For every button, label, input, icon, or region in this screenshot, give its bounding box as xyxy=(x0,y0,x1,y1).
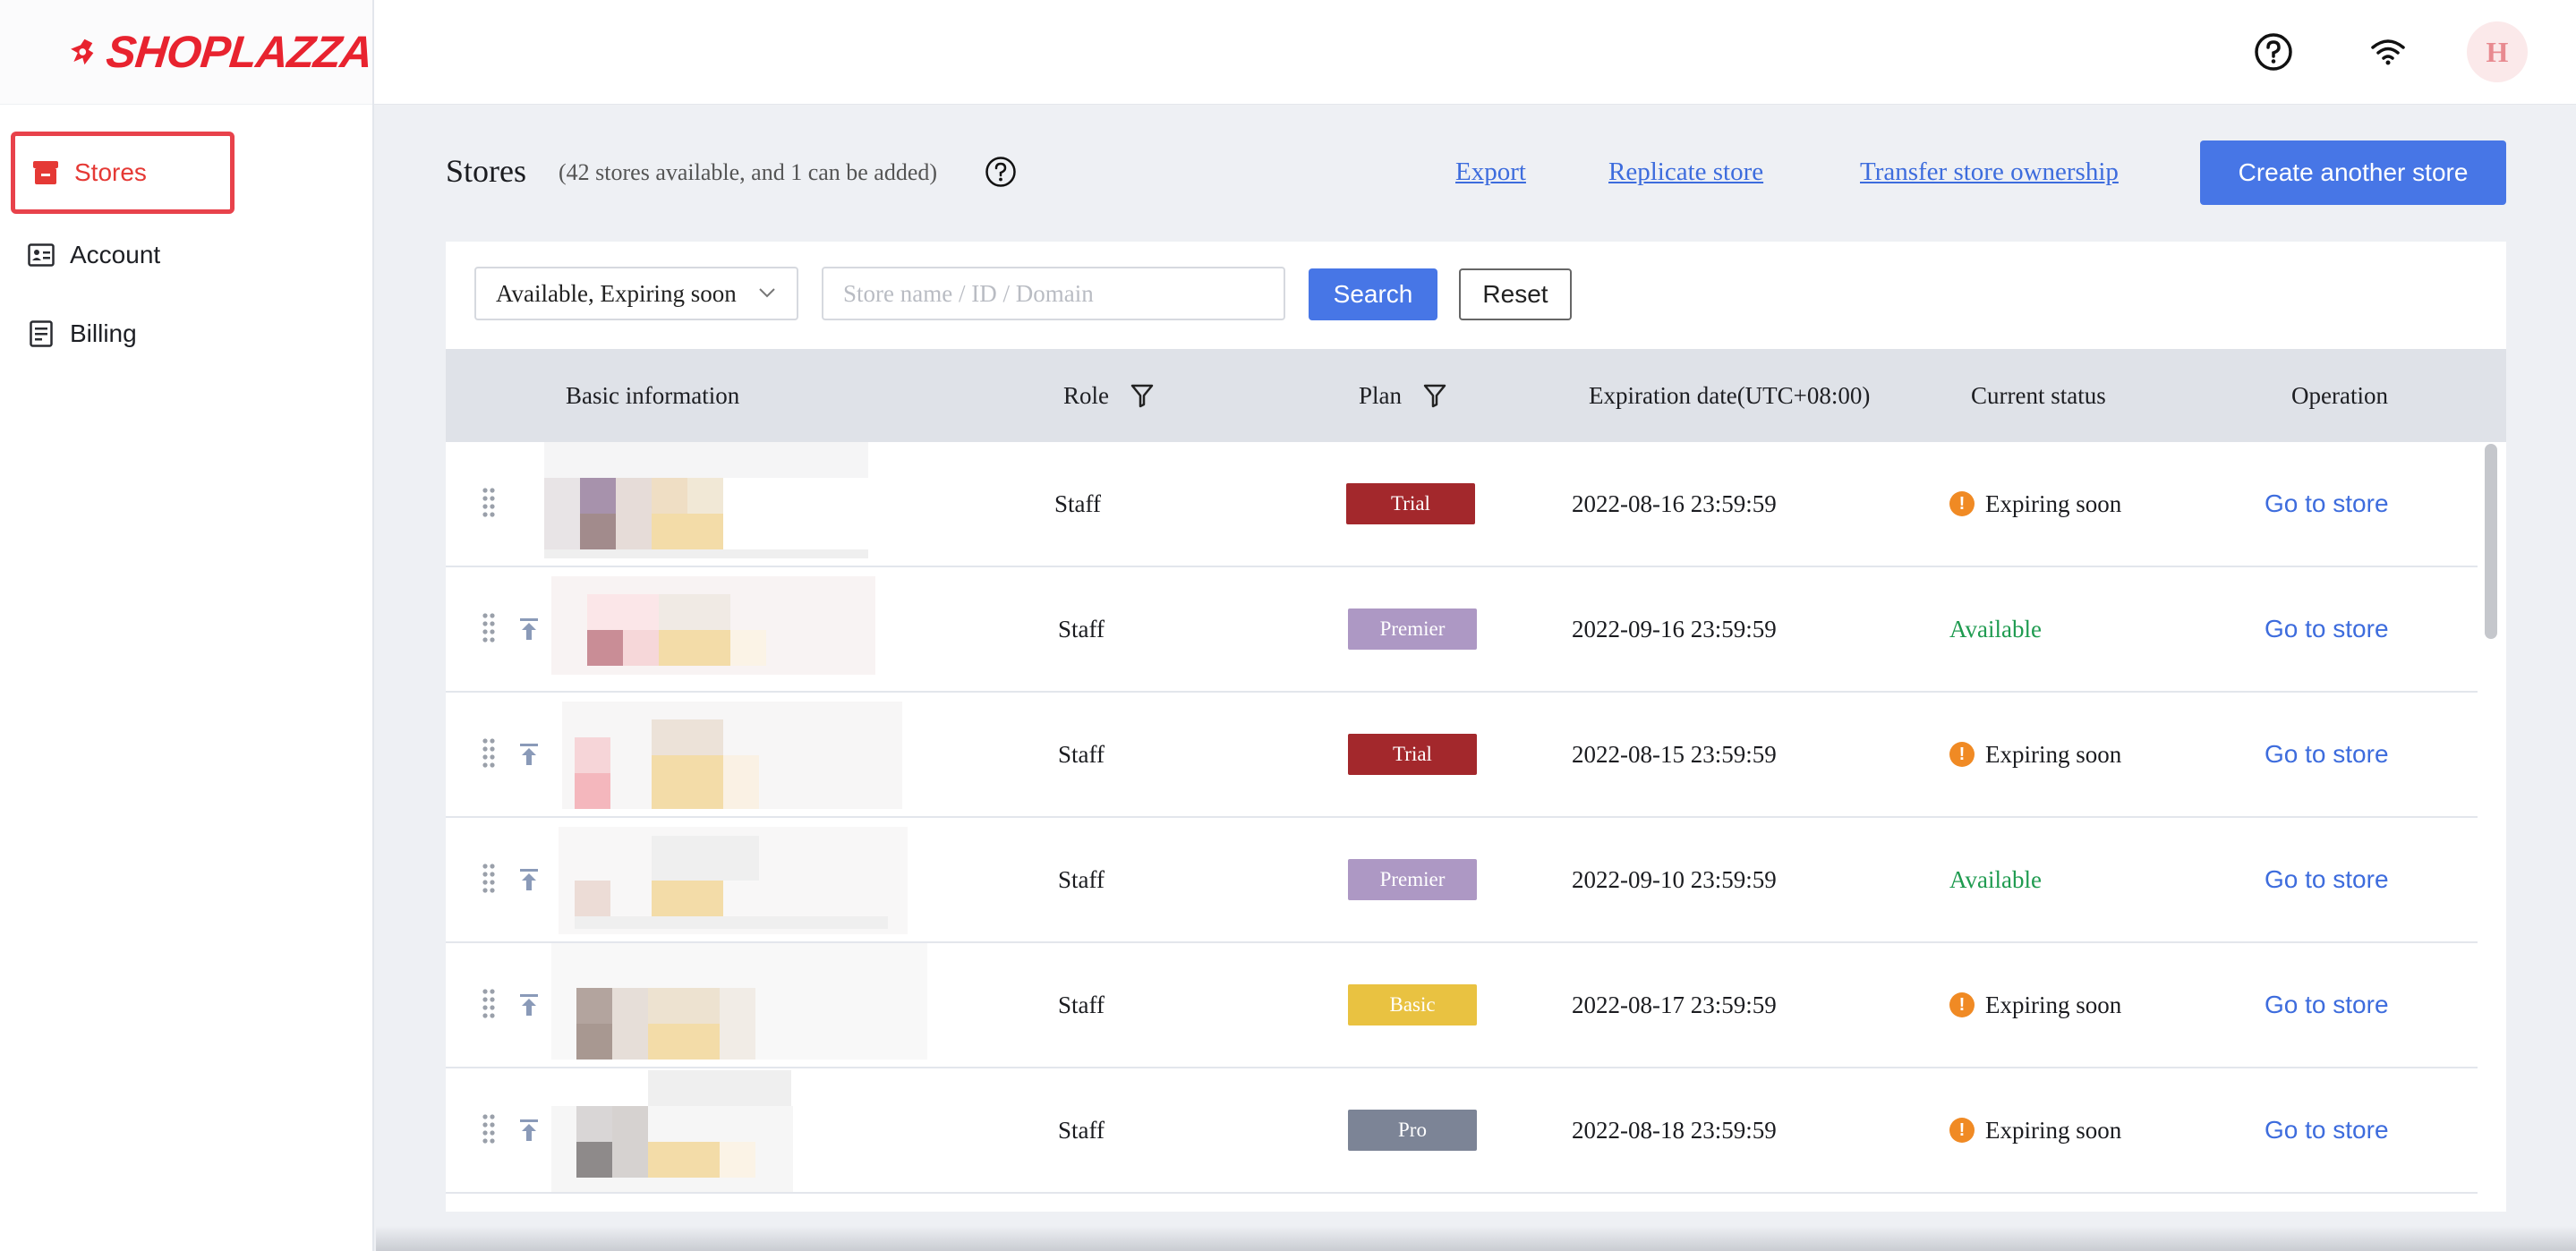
expiration-cell: 2022-09-10 23:59:59 xyxy=(1572,865,1777,893)
warning-icon: ! xyxy=(1949,1118,1975,1143)
chevron-down-icon xyxy=(759,288,775,298)
plan-badge: Trial xyxy=(1348,734,1477,775)
search-input[interactable] xyxy=(822,267,1285,320)
role-cell: Staff xyxy=(1058,1116,1105,1144)
table-row: Staff Basic 2022-08-17 23:59:59 ! Expiri… xyxy=(446,943,2478,1068)
store-icon xyxy=(31,158,60,187)
warning-icon: ! xyxy=(1949,491,1975,516)
drag-handle-icon[interactable] xyxy=(482,737,496,768)
status-filter-select[interactable]: Available, Expiring soon xyxy=(474,267,798,320)
role-cell: Staff xyxy=(1058,991,1105,1018)
shoplazza-logo-icon xyxy=(71,38,94,65)
help-circle-icon[interactable] xyxy=(985,156,1017,188)
create-store-button[interactable]: Create another store xyxy=(2200,140,2506,205)
table-row: Staff Pro 2022-08-18 23:59:59 ! Expiring… xyxy=(446,1068,2478,1194)
go-to-store-link[interactable]: Go to store xyxy=(2265,693,2389,816)
help-icon[interactable] xyxy=(2252,30,2295,73)
go-to-store-link[interactable]: Go to store xyxy=(2265,1068,2389,1192)
table-header: Basic information Role Plan Expiration d… xyxy=(446,349,2506,442)
status-filter-value: Available, Expiring soon xyxy=(496,279,737,307)
sidebar: SHOPLAZZA Stores Account Billing xyxy=(0,0,375,1251)
pin-to-top-icon[interactable] xyxy=(519,1119,539,1142)
plan-badge: Basic xyxy=(1348,984,1477,1025)
table-row: Staff Premier 2022-09-16 23:59:59 Availa… xyxy=(446,567,2478,693)
page-title: Stores xyxy=(446,153,526,189)
table-row: Staff Trial 2022-08-15 23:59:59 ! Expiri… xyxy=(446,693,2478,818)
drag-handle-icon[interactable] xyxy=(482,863,496,893)
sidebar-item-label: Billing xyxy=(70,319,137,347)
pin-to-top-icon[interactable] xyxy=(519,743,539,766)
table-row: Staff Premier 2022-09-10 23:59:59 Availa… xyxy=(446,818,2478,943)
transfer-ownership-link[interactable]: Transfer store ownership xyxy=(1860,157,2119,187)
status-cell: ! Expiring soon xyxy=(1949,943,2121,1067)
warning-icon: ! xyxy=(1949,992,1975,1017)
go-to-store-link[interactable]: Go to store xyxy=(2265,818,2389,941)
drag-handle-icon[interactable] xyxy=(482,487,496,517)
status-text: Expiring soon xyxy=(1985,740,2122,768)
role-cell: Staff xyxy=(1054,489,1101,517)
status-cell: ! Expiring soon xyxy=(1949,1068,2121,1192)
plan-badge: Premier xyxy=(1348,859,1477,900)
go-to-store-link[interactable]: Go to store xyxy=(2265,943,2389,1067)
expiration-cell: 2022-08-18 23:59:59 xyxy=(1572,1116,1777,1144)
filter-icon[interactable] xyxy=(1130,383,1154,408)
status-cell: ! Expiring soon xyxy=(1949,693,2121,816)
pin-to-top-icon[interactable] xyxy=(519,617,539,641)
status-text: Expiring soon xyxy=(1985,1116,2122,1144)
brand-logo[interactable]: SHOPLAZZA xyxy=(0,0,375,105)
filter-icon[interactable] xyxy=(1423,383,1446,408)
pin-to-top-icon[interactable] xyxy=(519,993,539,1017)
table-row: Staff Trial 2022-08-16 23:59:59 ! Expiri… xyxy=(446,442,2478,567)
expiration-cell: 2022-09-16 23:59:59 xyxy=(1572,615,1777,643)
drag-handle-icon[interactable] xyxy=(482,988,496,1018)
status-cell: Available xyxy=(1949,865,2042,893)
export-link[interactable]: Export xyxy=(1455,157,1526,187)
plan-badge: Premier xyxy=(1348,608,1477,650)
bottom-edge xyxy=(376,1226,2576,1251)
brand-name: SHOPLAZZA xyxy=(104,27,375,77)
sidebar-item-label: Account xyxy=(70,241,161,268)
plan-badge: Trial xyxy=(1346,483,1475,524)
column-header-role[interactable]: Role xyxy=(1063,349,1154,442)
status-text: Expiring soon xyxy=(1985,991,2122,1018)
warning-icon: ! xyxy=(1949,742,1975,767)
column-header-operation: Operation xyxy=(2291,381,2388,409)
sidebar-item-stores[interactable]: Stores xyxy=(11,132,235,214)
column-header-status: Current status xyxy=(1971,381,2106,409)
plan-badge: Pro xyxy=(1348,1110,1477,1151)
table-scrollbar[interactable] xyxy=(2485,444,2497,639)
go-to-store-link[interactable]: Go to store xyxy=(2265,567,2389,691)
role-cell: Staff xyxy=(1058,740,1105,768)
expiration-cell: 2022-08-16 23:59:59 xyxy=(1572,489,1777,517)
avatar[interactable]: H xyxy=(2467,21,2528,82)
go-to-store-link[interactable]: Go to store xyxy=(2265,442,2389,566)
status-cell: ! Expiring soon xyxy=(1949,442,2121,566)
bill-icon xyxy=(27,319,55,348)
status-text: Expiring soon xyxy=(1985,489,2122,517)
role-cell: Staff xyxy=(1058,865,1105,893)
column-header-basic-info: Basic information xyxy=(566,381,740,409)
store-rows: Staff Trial 2022-08-16 23:59:59 ! Expiri… xyxy=(446,442,2478,1194)
pin-to-top-icon[interactable] xyxy=(519,868,539,891)
top-bar xyxy=(374,0,2576,105)
id-card-icon xyxy=(27,241,55,269)
role-cell: Staff xyxy=(1058,615,1105,643)
column-header-plan[interactable]: Plan xyxy=(1359,349,1446,442)
status-cell: Available xyxy=(1949,615,2042,643)
store-count-subtitle: (42 stores available, and 1 can be added… xyxy=(559,159,938,185)
expiration-cell: 2022-08-15 23:59:59 xyxy=(1572,740,1777,768)
sidebar-nav: Stores Account Billing xyxy=(0,105,372,371)
wifi-icon[interactable] xyxy=(2367,30,2410,73)
column-header-expiration: Expiration date(UTC+08:00) xyxy=(1589,381,1871,409)
sidebar-item-account[interactable]: Account xyxy=(11,217,363,293)
sidebar-item-billing[interactable]: Billing xyxy=(11,296,363,371)
drag-handle-icon[interactable] xyxy=(482,1113,496,1144)
stores-panel: Available, Expiring soon Search Reset Ba… xyxy=(446,242,2506,1212)
drag-handle-icon[interactable] xyxy=(482,612,496,643)
replicate-store-link[interactable]: Replicate store xyxy=(1608,157,1763,187)
search-button[interactable]: Search xyxy=(1309,268,1437,320)
expiration-cell: 2022-08-17 23:59:59 xyxy=(1572,991,1777,1018)
reset-button[interactable]: Reset xyxy=(1459,268,1572,320)
sidebar-item-label: Stores xyxy=(74,158,147,186)
